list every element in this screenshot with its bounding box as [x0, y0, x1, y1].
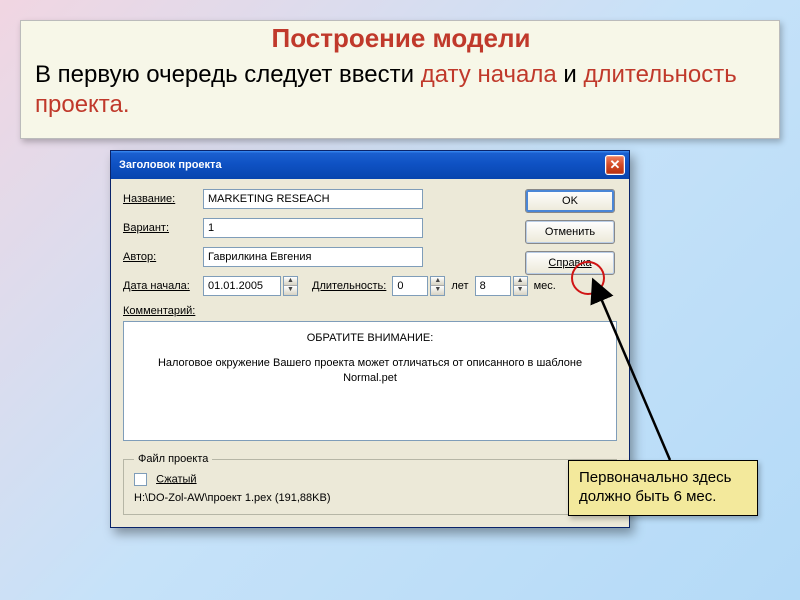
years-input[interactable]: [392, 276, 428, 296]
slide-body: В первую очередь следует ввести дату нач…: [35, 60, 767, 120]
date-label: Дата начала:: [123, 280, 203, 292]
close-button[interactable]: ✕: [605, 155, 625, 175]
comment-textarea[interactable]: ОБРАТИТЕ ВНИМАНИЕ: Налоговое окружение В…: [123, 321, 617, 441]
file-path: H:\DO-Zol-AW\проект 1.pex (191,88KB): [134, 492, 606, 504]
slide-title: Построение модели: [35, 23, 767, 54]
duration-label: Длительность:: [312, 280, 386, 292]
author-input[interactable]: [203, 247, 423, 267]
dialog-titlebar[interactable]: Заголовок проекта ✕: [111, 151, 629, 179]
spinner-down-icon: ▼: [431, 286, 444, 295]
dialog-body: OK Отменить Справка Название: Вариант: А…: [111, 179, 629, 527]
spinner-down-icon: ▼: [514, 286, 527, 295]
body-prefix: В первую очередь следует ввести: [35, 61, 421, 88]
spinner-up-icon: ▲: [431, 277, 444, 286]
help-button[interactable]: Справка: [525, 251, 615, 275]
callout-text: Первоначально здесь должно быть 6 мес.: [579, 469, 731, 505]
months-unit: мес.: [534, 280, 556, 292]
help-label: Справка: [548, 257, 591, 269]
variant-label: Вариант:: [123, 222, 203, 234]
date-spinner[interactable]: ▲▼: [283, 276, 298, 296]
spinner-up-icon: ▲: [514, 277, 527, 286]
close-icon: ✕: [610, 157, 621, 173]
months-spinner[interactable]: ▲▼: [513, 276, 528, 296]
author-label: Автор:: [123, 251, 203, 263]
years-spinner[interactable]: ▲▼: [430, 276, 445, 296]
name-label: Название:: [123, 193, 203, 205]
spinner-down-icon: ▼: [284, 286, 297, 295]
body-red1: дату начала: [421, 61, 557, 88]
file-groupbox: Файл проекта Сжатый H:\DO-Zol-AW\проект …: [123, 453, 617, 515]
callout-box: Первоначально здесь должно быть 6 мес.: [568, 460, 758, 516]
note-title: ОБРАТИТЕ ВНИМАНИЕ:: [134, 332, 606, 344]
date-input[interactable]: [203, 276, 281, 296]
button-column: OK Отменить Справка: [525, 189, 615, 275]
spinner-up-icon: ▲: [284, 277, 297, 286]
slide-header: Построение модели В первую очередь следу…: [20, 20, 780, 139]
months-input[interactable]: [475, 276, 511, 296]
file-legend: Файл проекта: [134, 453, 212, 465]
compressed-checkbox[interactable]: [134, 473, 147, 486]
dialog-title: Заголовок проекта: [119, 159, 222, 171]
years-unit: лет: [451, 280, 468, 292]
project-header-dialog: Заголовок проекта ✕ OK Отменить Справка …: [110, 150, 630, 528]
ok-button[interactable]: OK: [525, 189, 615, 213]
note-body: Налоговое окружение Вашего проекта может…: [134, 356, 606, 386]
cancel-button[interactable]: Отменить: [525, 220, 615, 244]
compressed-label: Сжатый: [156, 473, 197, 485]
comment-label: Комментарий:: [123, 305, 195, 317]
body-mid: и: [557, 61, 584, 88]
name-input[interactable]: [203, 189, 423, 209]
variant-input[interactable]: [203, 218, 423, 238]
